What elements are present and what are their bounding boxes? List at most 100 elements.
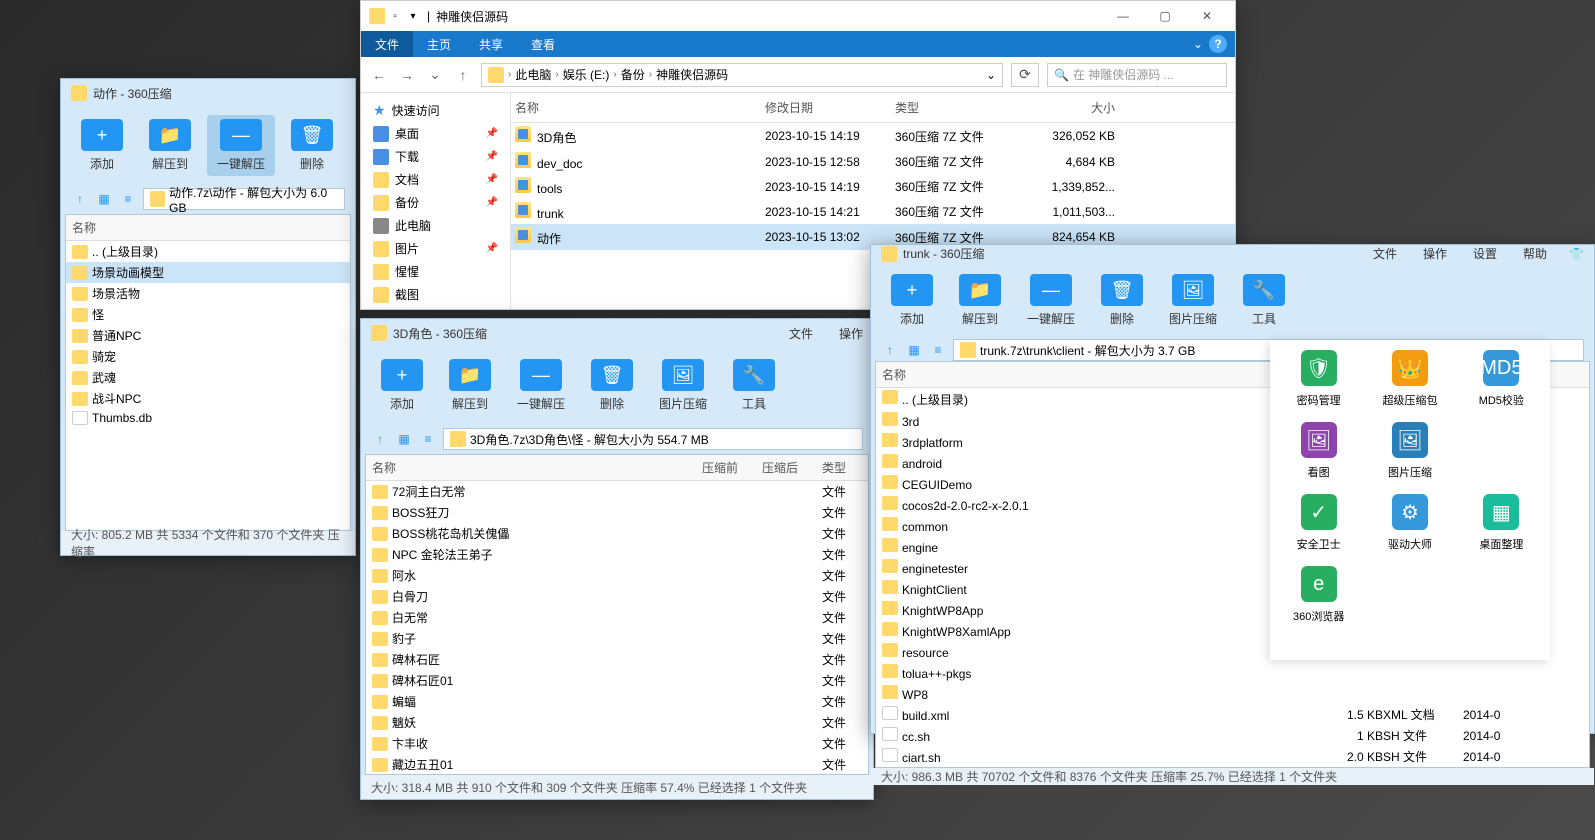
breadcrumb-item[interactable]: 娱乐 (E:) xyxy=(563,66,610,83)
titlebar[interactable]: ▫ ▾ | 神雕侠侣源码 — ▢ ✕ xyxy=(361,1,1235,31)
add-button[interactable]: +添加 xyxy=(71,115,133,176)
tools-button[interactable]: 🔧工具 xyxy=(1233,270,1295,331)
column-post[interactable]: 压缩后 xyxy=(762,459,822,476)
forward-button[interactable]: → xyxy=(397,65,417,85)
column-size[interactable]: 大小 xyxy=(1015,99,1115,116)
tab-share[interactable]: 共享 xyxy=(465,31,517,57)
up-button[interactable]: ↑ xyxy=(453,65,473,85)
refresh-button[interactable]: ⟳ xyxy=(1011,63,1039,87)
delete-button[interactable]: 🗑删除 xyxy=(1091,270,1153,331)
breadcrumb-item[interactable]: 备份 xyxy=(621,66,645,83)
sidebar-item[interactable]: 惺惺 xyxy=(365,260,506,283)
table-row[interactable]: tools2023-10-15 14:19360压缩 7Z 文件1,339,85… xyxy=(511,174,1235,199)
table-row[interactable]: 3D角色2023-10-15 14:19360压缩 7Z 文件326,052 K… xyxy=(511,123,1235,149)
list-item[interactable]: 豹子文件 xyxy=(366,628,868,649)
list-item[interactable]: BOSS桃花岛机关傀儡文件 xyxy=(366,523,868,544)
view-icon[interactable]: ▦ xyxy=(395,430,413,448)
add-button[interactable]: +添加 xyxy=(881,270,943,331)
column-name[interactable]: 名称 xyxy=(372,459,702,476)
list-item[interactable]: 魑妖文件 xyxy=(366,712,868,733)
compressor-window-1[interactable]: 动作 - 360压缩 +添加 📁解压到 —一键解压 🗑删除 ↑ ▦ ≡ 动作.7… xyxy=(60,78,356,556)
menu-file[interactable]: 文件 xyxy=(1373,245,1397,262)
list-item[interactable]: cc.sh1 KBSH 文件2014-0 xyxy=(876,725,1589,746)
pic-compress-button[interactable]: 🖼图片压缩 xyxy=(1159,270,1227,331)
list-item[interactable]: 卞丰收文件 xyxy=(366,733,868,754)
list-item[interactable]: 蝙蝠文件 xyxy=(366,691,868,712)
tool-md5[interactable]: MD5MD5校验 xyxy=(1463,350,1540,408)
sidebar[interactable]: ★快速访问桌面📌下载📌文档📌备份📌此电脑图片📌惺惺截图 xyxy=(361,93,511,309)
list-item[interactable]: 白骨刀文件 xyxy=(366,586,868,607)
tab-home[interactable]: 主页 xyxy=(413,31,465,57)
file-list[interactable]: 名称 压缩前 压缩后 类型 72洞主白无常文件BOSS狂刀文件BOSS桃花岛机关… xyxy=(365,454,869,775)
list-item[interactable]: tolua++-pkgs xyxy=(876,662,1589,683)
file-list[interactable]: 名称 .. (上级目录)场景动画模型场景活物怪普通NPC骑宠武魂战斗NPCThu… xyxy=(65,214,351,531)
tool-super-zip[interactable]: 👑超级压缩包 xyxy=(1371,350,1448,408)
pic-compress-button[interactable]: 🖼图片压缩 xyxy=(649,355,717,416)
tool-driver[interactable]: ⚙驱动大师 xyxy=(1371,494,1448,552)
extract-to-button[interactable]: 📁解压到 xyxy=(949,270,1011,331)
one-click-extract-button[interactable]: —一键解压 xyxy=(1017,270,1085,331)
list-item[interactable]: 72洞主白无常文件 xyxy=(366,481,868,502)
expand-ribbon-icon[interactable]: ⌄ xyxy=(1193,37,1203,51)
list-icon[interactable]: ≡ xyxy=(419,430,437,448)
one-click-extract-button[interactable]: —一键解压 xyxy=(507,355,575,416)
path-input[interactable]: 3D角色.7z\3D角色\怪 - 解包大小为 554.7 MB xyxy=(443,428,863,450)
list-item[interactable]: NPC 金轮法王弟子文件 xyxy=(366,544,868,565)
column-date[interactable]: 修改日期 xyxy=(765,99,895,116)
sidebar-item[interactable]: 此电脑 xyxy=(365,214,506,237)
up-icon[interactable]: ↑ xyxy=(71,190,89,208)
tool-desk[interactable]: ▦桌面整理 xyxy=(1463,494,1540,552)
help-icon[interactable]: ? xyxy=(1209,35,1227,53)
menu-operate[interactable]: 操作 xyxy=(839,325,863,342)
tab-view[interactable]: 查看 xyxy=(517,31,569,57)
tool-browser[interactable]: e360浏览器 xyxy=(1280,566,1357,624)
table-row[interactable]: trunk2023-10-15 14:21360压缩 7Z 文件1,011,50… xyxy=(511,199,1235,224)
list-item[interactable]: 战斗NPC xyxy=(66,388,350,409)
column-name[interactable]: 名称 xyxy=(882,366,1313,383)
close-button[interactable]: ✕ xyxy=(1187,3,1227,29)
sidebar-item[interactable]: 截图 xyxy=(365,283,506,306)
delete-button[interactable]: 🗑删除 xyxy=(581,355,643,416)
breadcrumb-item[interactable]: 此电脑 xyxy=(515,66,551,83)
list-item[interactable]: 骑宠 xyxy=(66,346,350,367)
one-click-extract-button[interactable]: —一键解压 xyxy=(207,115,275,176)
column-name[interactable]: 名称 xyxy=(72,219,96,236)
list-item[interactable]: build.xml1.5 KBXML 文档2014-0 xyxy=(876,704,1589,725)
tools-button[interactable]: 🔧工具 xyxy=(723,355,785,416)
column-type[interactable]: 类型 xyxy=(895,99,1015,116)
extract-to-button[interactable]: 📁解压到 xyxy=(139,115,201,176)
table-row[interactable]: dev_doc2023-10-15 12:58360压缩 7Z 文件4,684 … xyxy=(511,149,1235,174)
list-item[interactable]: 场景动画模型 xyxy=(66,262,350,283)
menu-file[interactable]: 文件 xyxy=(789,325,813,342)
column-pre[interactable]: 压缩前 xyxy=(702,459,762,476)
tool-pic-compress[interactable]: 🖼图片压缩 xyxy=(1371,422,1448,480)
list-item[interactable]: 阿水文件 xyxy=(366,565,868,586)
search-input[interactable]: 🔍 在 神雕侠侣源码 ... xyxy=(1047,63,1227,87)
column-name[interactable]: 名称 xyxy=(515,99,765,116)
minimize-button[interactable]: — xyxy=(1103,3,1143,29)
extract-to-button[interactable]: 📁解压到 xyxy=(439,355,501,416)
list-item[interactable]: BOSS狂刀文件 xyxy=(366,502,868,523)
add-button[interactable]: +添加 xyxy=(371,355,433,416)
recent-dropdown[interactable]: ⌄ xyxy=(425,65,445,85)
breadcrumb[interactable]: › 此电脑 › 娱乐 (E:) › 备份 › 神雕侠侣源码 ⌄ xyxy=(481,63,1003,87)
list-icon[interactable]: ≡ xyxy=(119,190,137,208)
back-button[interactable]: ← xyxy=(369,65,389,85)
sidebar-item[interactable]: 图片📌 xyxy=(365,237,506,260)
tool-pic-view[interactable]: 🖼看图 xyxy=(1280,422,1357,480)
qat-icon[interactable]: ▫ xyxy=(387,8,403,24)
list-item[interactable]: 藏边五丑01文件 xyxy=(366,754,868,775)
breadcrumb-item[interactable]: 神雕侠侣源码 xyxy=(656,66,728,83)
column-type[interactable]: 类型 xyxy=(822,459,862,476)
tab-file[interactable]: 文件 xyxy=(361,31,413,57)
list-item[interactable]: 白无常文件 xyxy=(366,607,868,628)
menu-help[interactable]: 帮助 xyxy=(1523,245,1547,262)
path-input[interactable]: 动作.7z\动作 - 解包大小为 6.0 GB xyxy=(143,188,345,210)
sidebar-item[interactable]: 桌面📌 xyxy=(365,122,506,145)
list-item[interactable]: ciart.sh2.0 KBSH 文件2014-0 xyxy=(876,746,1589,767)
up-icon[interactable]: ↑ xyxy=(371,430,389,448)
view-icon[interactable]: ▦ xyxy=(905,341,923,359)
compressor-window-2[interactable]: 3D角色 - 360压缩 文件 操作 +添加 📁解压到 —一键解压 🗑删除 🖼图… xyxy=(360,318,874,800)
chevron-down-icon[interactable]: ⌄ xyxy=(986,68,996,82)
sidebar-item[interactable]: ★快速访问 xyxy=(365,99,506,122)
